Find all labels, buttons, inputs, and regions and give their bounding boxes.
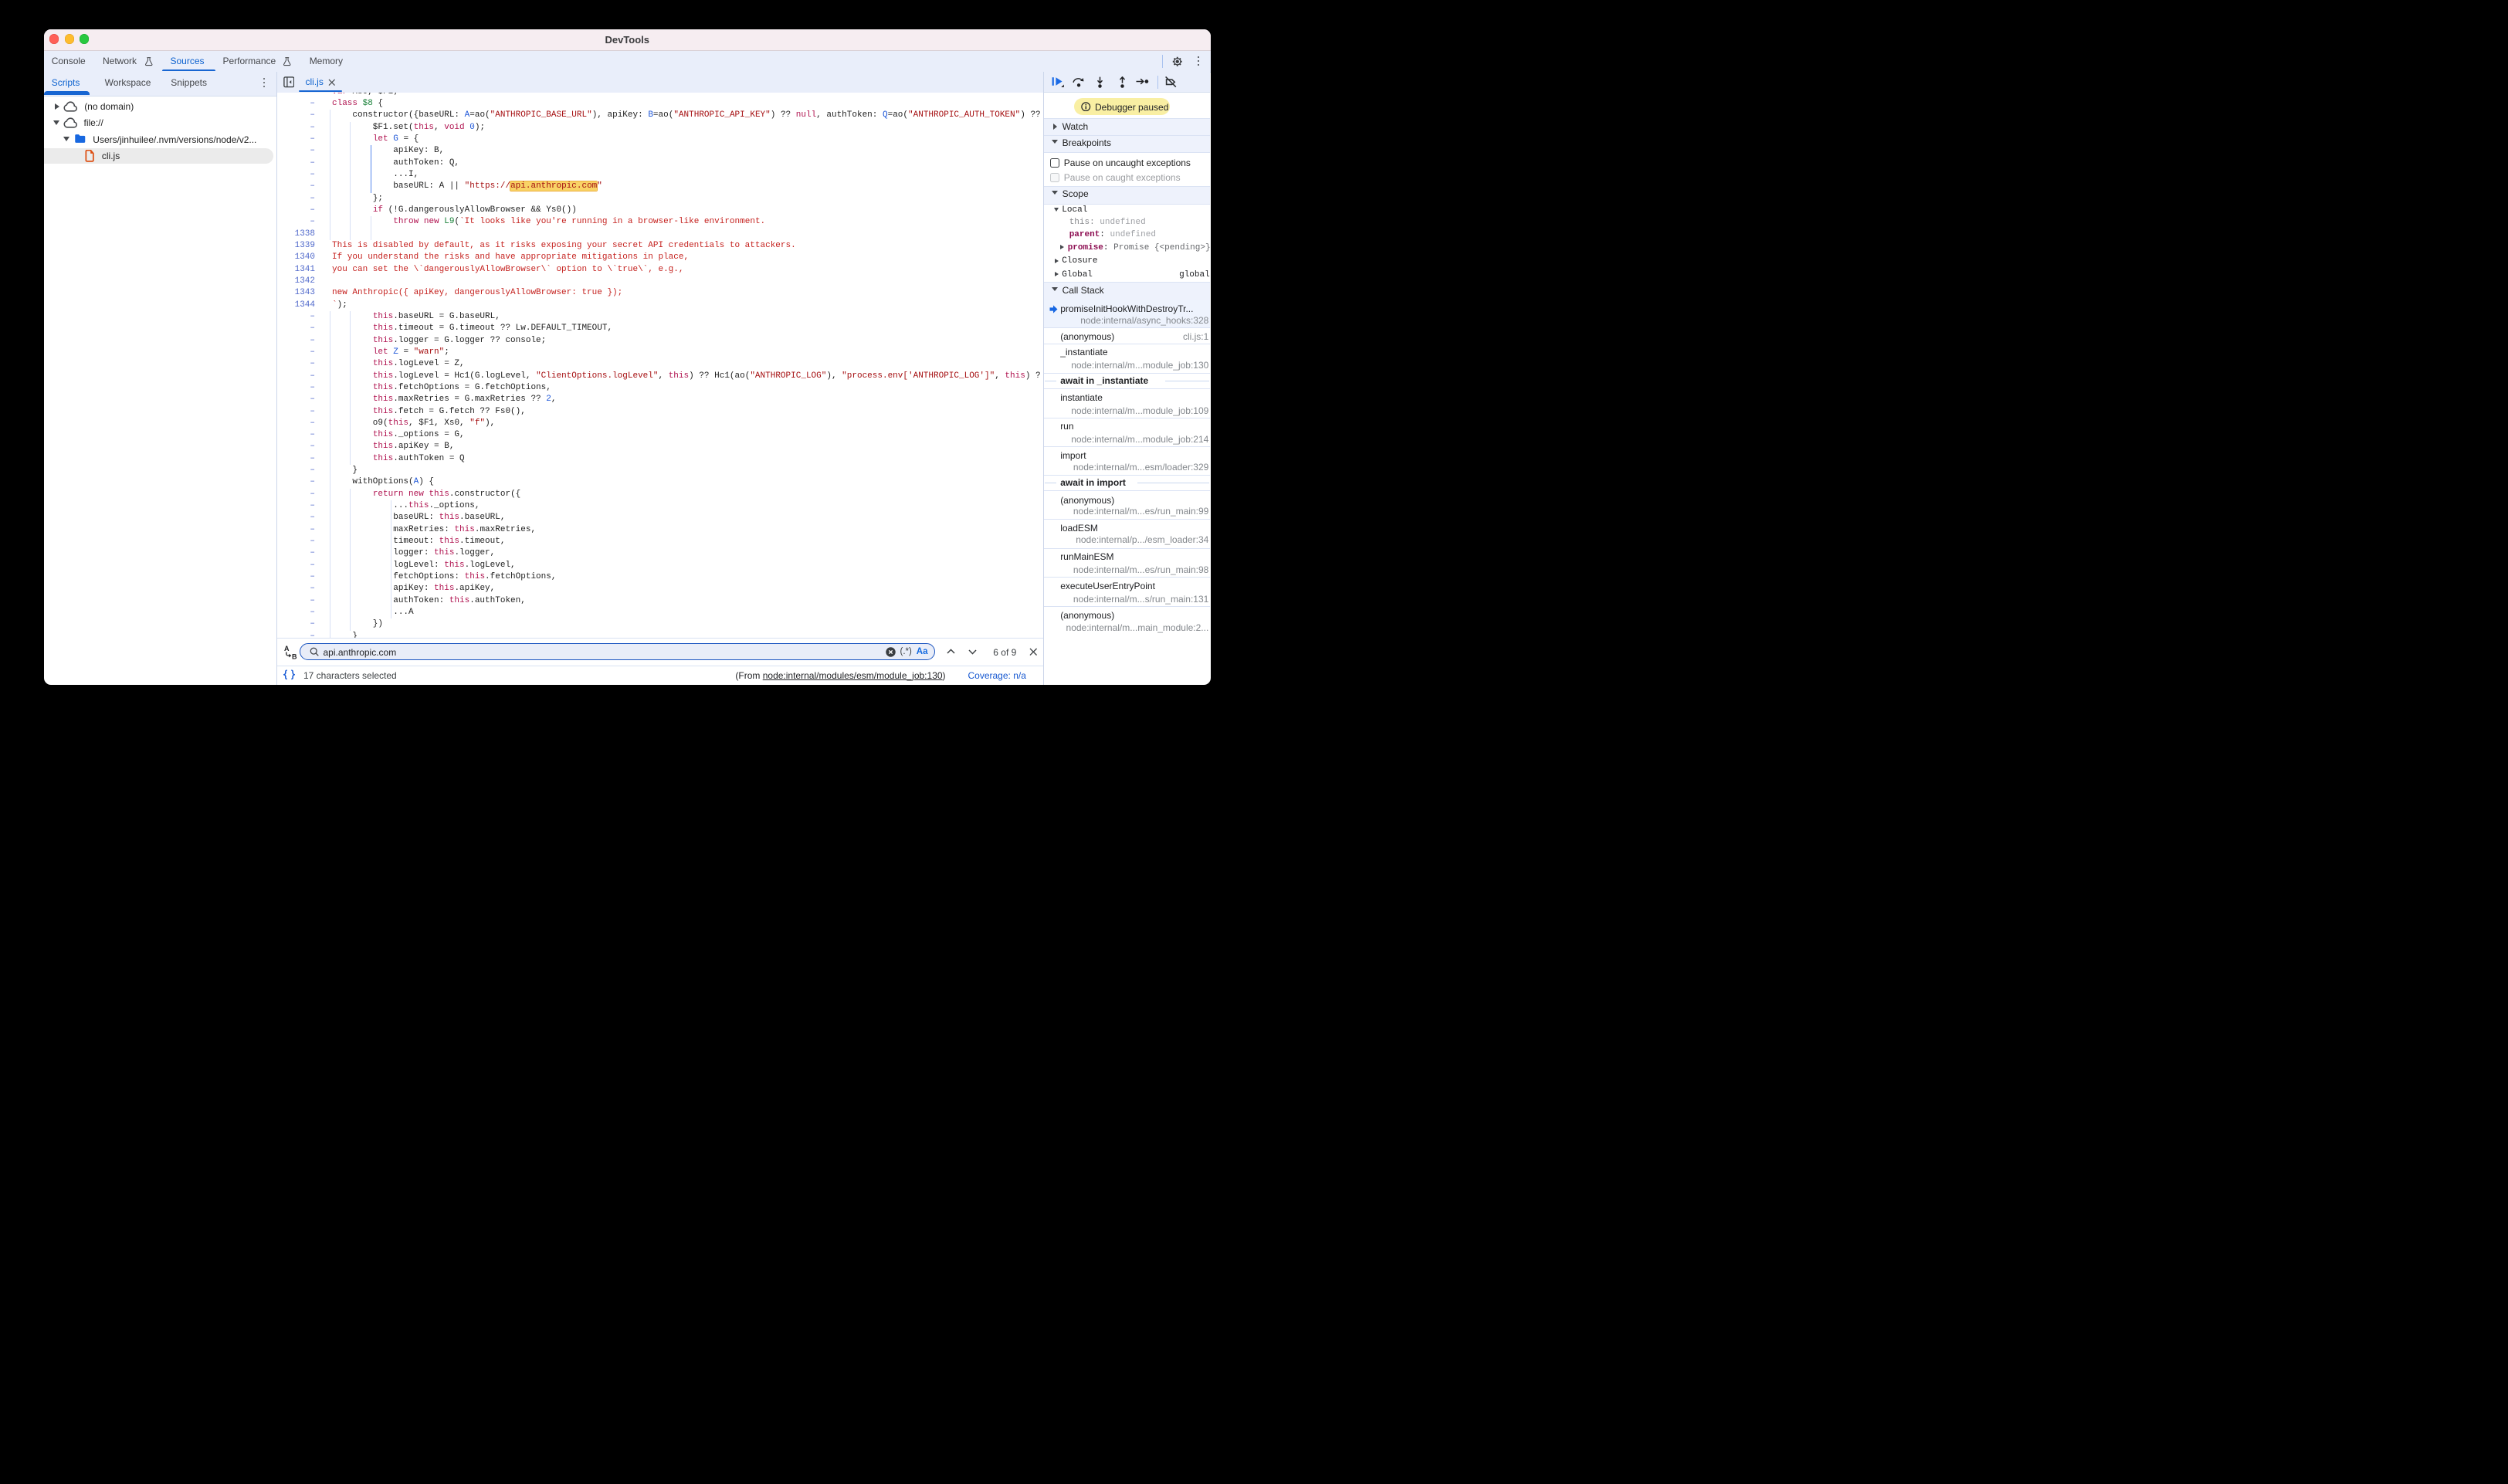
svg-text:B: B <box>292 652 297 660</box>
svg-text:A: A <box>284 645 290 652</box>
